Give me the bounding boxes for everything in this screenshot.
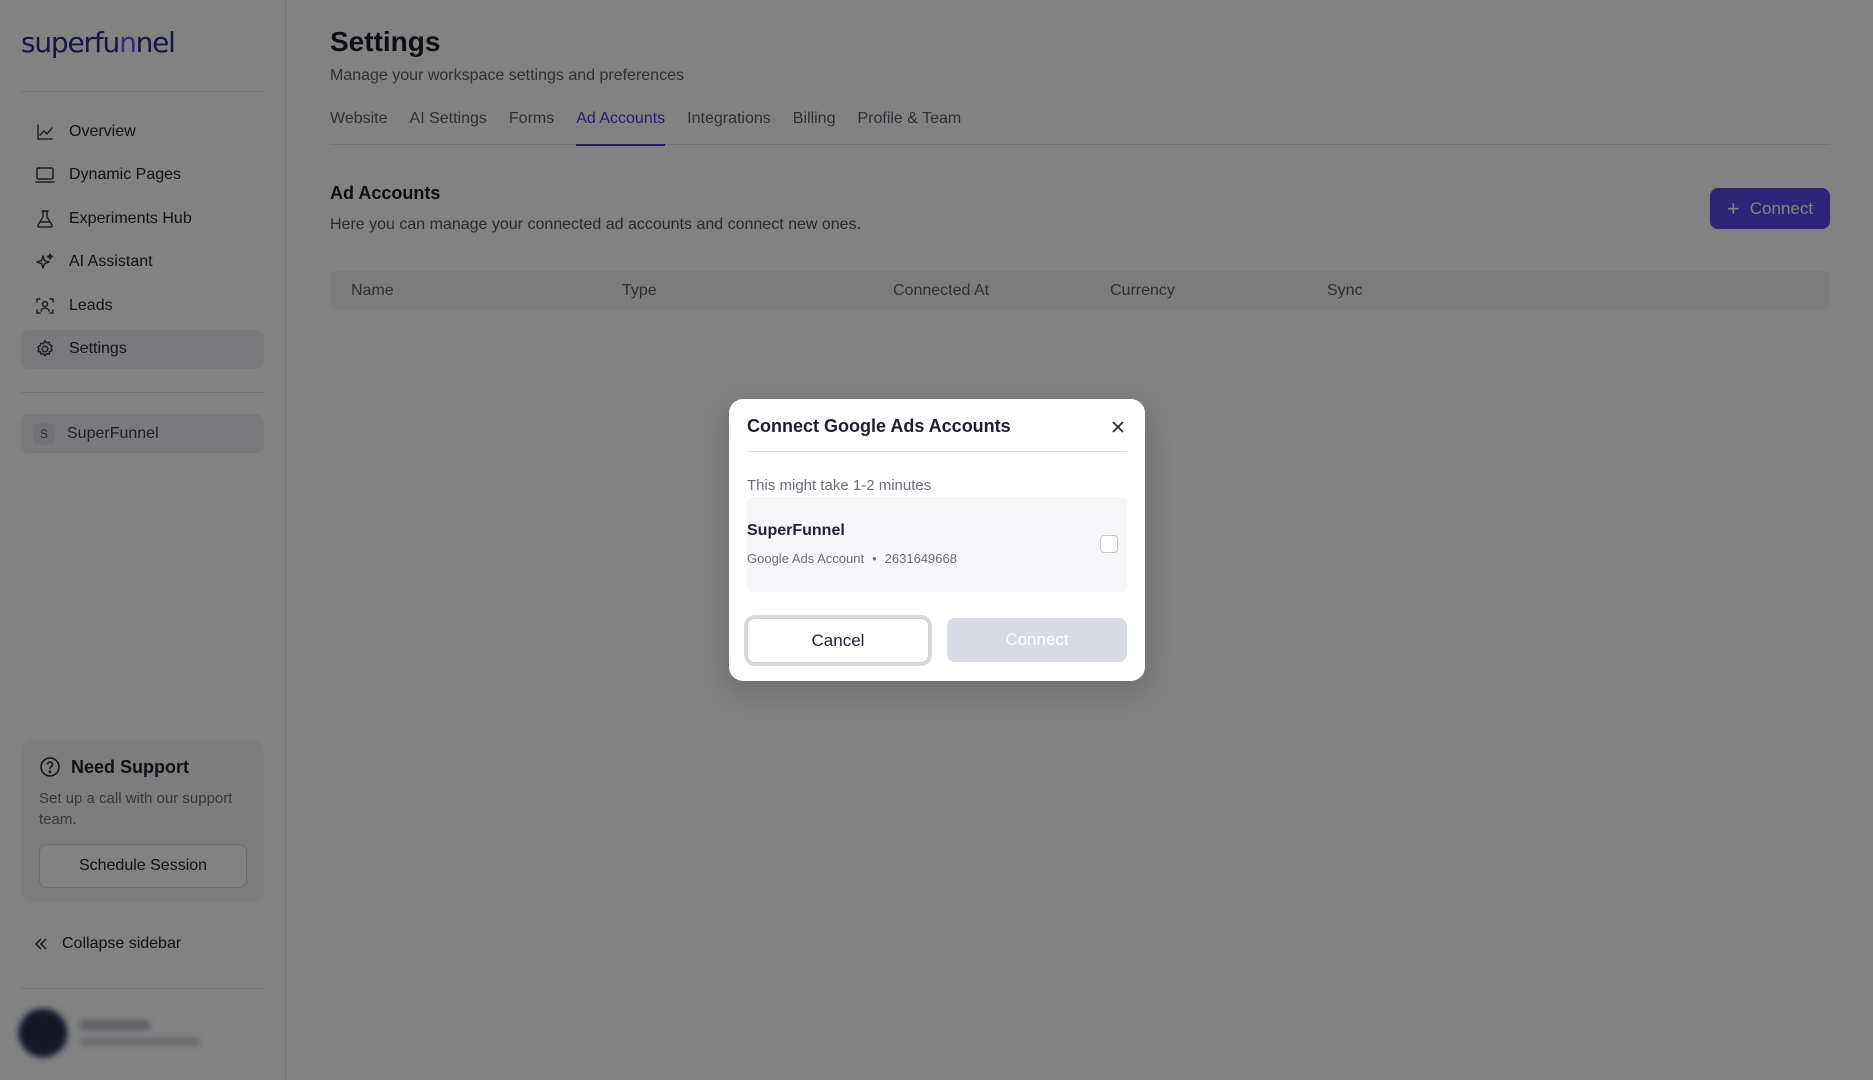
- account-id: 2631649668: [884, 551, 957, 566]
- dialog-divider: [747, 451, 1127, 452]
- account-checkbox[interactable]: [1100, 535, 1118, 553]
- meta-separator: •: [872, 551, 877, 566]
- connect-google-ads-dialog: Connect Google Ads Accounts This might t…: [729, 399, 1145, 681]
- dialog-note: This might take 1-2 minutes: [747, 477, 932, 494]
- cancel-button[interactable]: Cancel: [747, 618, 929, 663]
- account-type: Google Ads Account: [747, 551, 865, 566]
- account-option[interactable]: SuperFunnel Google Ads Account • 263164966…: [747, 497, 1127, 592]
- dialog-title: Connect Google Ads Accounts: [747, 416, 1011, 436]
- account-meta: Google Ads Account • 2631649668: [747, 551, 957, 566]
- close-icon[interactable]: [1109, 418, 1127, 436]
- connect-button[interactable]: Connect: [947, 618, 1127, 662]
- account-name: SuperFunnel: [747, 522, 845, 539]
- app-window: superfunnel Overview Dynamic Pages Exper…: [0, 0, 1873, 1080]
